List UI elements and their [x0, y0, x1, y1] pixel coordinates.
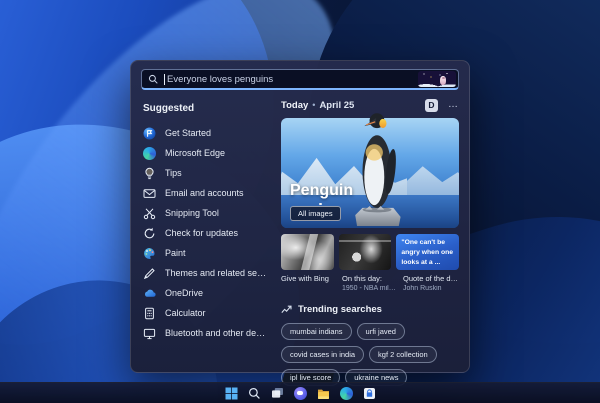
devices-monitor-icon — [143, 327, 156, 340]
scissors-icon — [143, 207, 156, 220]
profile-avatar[interactable]: D — [425, 98, 438, 112]
sidebar-item-microsoft-edge[interactable]: Microsoft Edge — [141, 143, 269, 163]
brush-pen-icon — [143, 267, 156, 280]
caption-on-this-day: On this day: 1950 - NBA miles... — [342, 274, 398, 292]
quote-text: "One can't be angry when one looks at a … — [401, 239, 454, 266]
sidebar-item-label: Paint — [165, 248, 186, 258]
caption-give-with-bing: Give with Bing — [281, 274, 329, 283]
sidebar-item-label: Microsoft Edge — [165, 148, 226, 158]
search-input[interactable]: Everyone loves penguins — [141, 69, 459, 90]
file-explorer-icon[interactable] — [316, 386, 330, 400]
trending-searches-section: Trending searches mumbai indians urfi ja… — [281, 304, 459, 386]
task-view-icon[interactable] — [270, 386, 284, 400]
envelope-icon — [143, 187, 156, 200]
more-options-button[interactable]: … — [448, 100, 459, 110]
taskbar-search-icon[interactable] — [247, 386, 261, 400]
get-started-icon — [143, 127, 156, 140]
search-query-text: Everyone loves penguins — [167, 73, 274, 85]
daily-content-section: Today • April 25 D … Penguin All images … — [281, 98, 460, 386]
hero-title: Penguin — [290, 182, 354, 199]
trending-heading: Trending searches — [298, 303, 382, 315]
image-of-the-day-card[interactable]: Penguin All images — [281, 113, 459, 228]
sidebar-item-paint[interactable]: Paint — [141, 243, 269, 263]
suggested-section: Suggested Get Started Microsoft Edge Tip… — [141, 98, 269, 386]
desktop: Everyone loves penguins Suggested Get St… — [0, 0, 600, 403]
sidebar-item-calculator[interactable]: Calculator — [141, 303, 269, 323]
sidebar-item-onedrive[interactable]: OneDrive — [141, 283, 269, 303]
dot-separator: • — [312, 100, 316, 110]
trending-pill[interactable]: urfi javed — [356, 322, 405, 340]
sidebar-item-get-started[interactable]: Get Started — [141, 123, 269, 143]
edge-icon — [143, 146, 156, 160]
daily-cards-row: "One can't be angry when one looks at a … — [281, 234, 460, 270]
onedrive-cloud-icon — [143, 287, 156, 300]
microsoft-store-icon[interactable] — [362, 386, 376, 400]
on-this-day-card[interactable] — [338, 234, 392, 270]
start-button[interactable] — [224, 386, 238, 400]
tips-lightbulb-icon — [143, 167, 156, 180]
daily-card-captions: Give with Bing On this day: 1950 - NBA m… — [281, 274, 459, 292]
penguin-art-decoration — [418, 71, 456, 87]
taskbar — [0, 382, 600, 403]
sidebar-item-label: Get Started — [165, 128, 212, 138]
sidebar-item-check-updates[interactable]: Check for updates — [141, 223, 269, 243]
sidebar-item-label: Check for updates — [165, 228, 239, 238]
carousel-dot — [319, 202, 322, 205]
search-flyout-panel: Everyone loves penguins Suggested Get St… — [130, 60, 470, 386]
today-label: Today — [281, 99, 309, 111]
caption-quote-of-the-day: Quote of the day: John Ruskin — [403, 274, 459, 292]
sidebar-item-label: Snipping Tool — [165, 208, 219, 218]
sidebar-item-themes-settings[interactable]: Themes and related settings — [141, 263, 269, 283]
trending-pill[interactable]: mumbai indians — [281, 322, 352, 340]
all-images-button[interactable]: All images — [290, 206, 341, 221]
mini-penguin-icon — [440, 76, 446, 85]
emperor-penguin-illustration — [355, 113, 401, 226]
trending-arrow-icon — [281, 305, 292, 313]
trending-pill[interactable]: kgf 2 collection — [369, 345, 437, 363]
quote-of-the-day-card[interactable]: "One can't be angry when one looks at a … — [396, 234, 460, 270]
sidebar-item-label: OneDrive — [165, 288, 204, 298]
sidebar-item-email-accounts[interactable]: Email and accounts — [141, 183, 269, 203]
give-with-bing-card[interactable] — [281, 234, 334, 270]
sidebar-item-label: Bluetooth and other devices sett... — [165, 328, 267, 338]
sidebar-item-snipping-tool[interactable]: Snipping Tool — [141, 203, 269, 223]
chat-icon[interactable] — [293, 386, 307, 400]
sidebar-item-label: Calculator — [165, 308, 206, 318]
search-icon — [148, 74, 158, 84]
sidebar-item-label: Tips — [165, 168, 182, 178]
refresh-update-icon — [143, 227, 156, 240]
calculator-icon — [143, 307, 156, 320]
trending-pill[interactable]: covid cases in india — [281, 345, 365, 363]
sidebar-item-bluetooth-devices[interactable]: Bluetooth and other devices sett... — [141, 323, 269, 343]
edge-taskbar-icon[interactable] — [339, 386, 353, 400]
sidebar-item-tips[interactable]: Tips — [141, 163, 269, 183]
sidebar-item-label: Email and accounts — [165, 188, 244, 198]
suggested-heading: Suggested — [143, 103, 195, 114]
paint-palette-icon — [143, 247, 156, 260]
sidebar-item-label: Themes and related settings — [165, 268, 267, 278]
text-cursor — [164, 73, 165, 85]
